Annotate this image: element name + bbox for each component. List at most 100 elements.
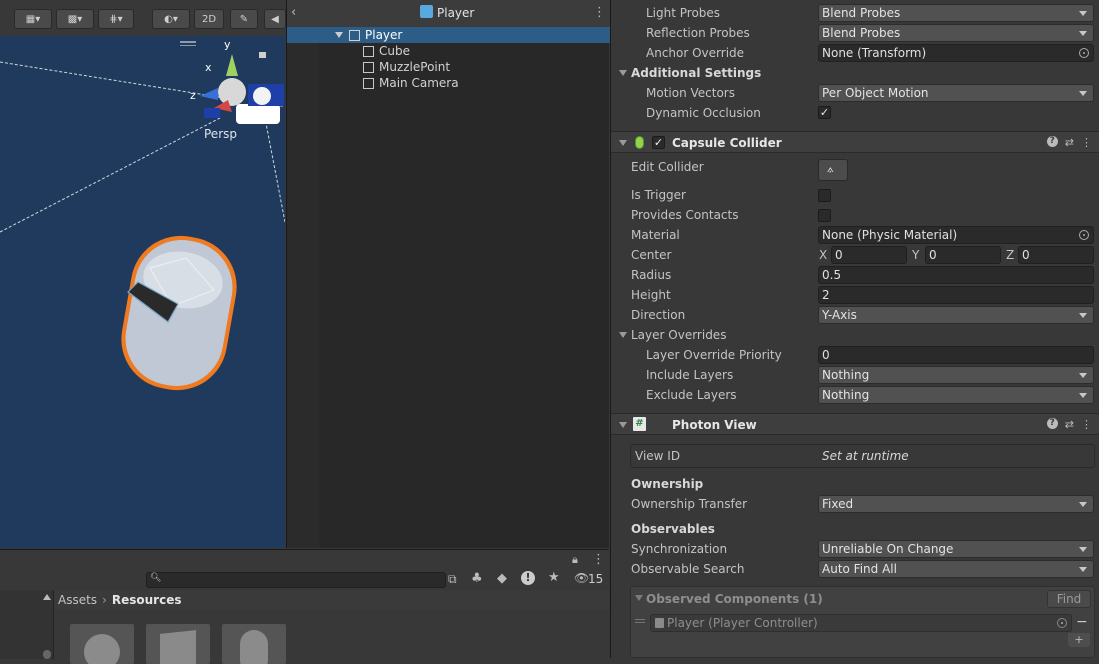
ownership-transfer-dropdown[interactable]: Fixed	[818, 495, 1094, 513]
presets-icon[interactable]: ⇄	[1065, 136, 1074, 149]
observed-item-field[interactable]: Player (Player Controller)	[650, 614, 1072, 632]
scene-canvas[interactable]	[0, 0, 285, 548]
center-x-label[interactable]: X	[819, 248, 827, 262]
more-options-icon[interactable]: ⋮	[592, 552, 605, 567]
favorites-star-icon[interactable]: ★	[548, 570, 560, 585]
lock-icon[interactable]: 🔒︎	[572, 553, 578, 567]
synchronization-dropdown[interactable]: Unreliable On Change	[818, 540, 1094, 558]
presets-icon[interactable]: ⇄	[1065, 418, 1074, 431]
lighting-toggle-button[interactable]: ✎	[230, 9, 258, 29]
back-arrow-icon[interactable]: ‹	[291, 5, 296, 20]
include-layers-row: Include Layers Nothing	[611, 365, 1099, 385]
exclude-layers-dropdown[interactable]: Nothing	[818, 386, 1094, 404]
grid-toggle-button[interactable]: ▦▾	[14, 9, 52, 29]
radius-input[interactable]: 0.5	[818, 266, 1094, 284]
hierarchy-item-cube[interactable]: Cube	[287, 43, 610, 59]
material-field[interactable]: None (Physic Material)	[818, 226, 1094, 244]
capsule-icon	[240, 630, 268, 664]
object-picker-icon[interactable]	[1057, 618, 1067, 628]
hierarchy-panel: ‹ Player ⋮ Player Cube MuzzlePoint Main …	[286, 0, 610, 548]
center-z-label[interactable]: Z	[1006, 248, 1014, 262]
center-y-label[interactable]: Y	[912, 248, 919, 262]
observable-search-dropdown[interactable]: Auto Find All	[818, 560, 1094, 578]
anchor-override-field[interactable]: None (Transform)	[818, 44, 1094, 62]
increment-snap-button[interactable]: ⋕▾	[98, 9, 134, 29]
motion-vectors-row: Motion Vectors Per Object Motion	[611, 83, 1099, 103]
help-icon[interactable]: ?	[1046, 418, 1058, 429]
height-input[interactable]: 2	[818, 286, 1094, 304]
section-title: Layer Overrides	[631, 328, 727, 342]
audio-toggle-button[interactable]: ◀	[264, 9, 286, 29]
more-options-icon[interactable]: ⋮	[1081, 136, 1092, 149]
center-z-input[interactable]: 0	[1018, 246, 1094, 264]
scroll-up-arrow-icon[interactable]	[43, 594, 51, 600]
log-warning-icon[interactable]: !	[521, 571, 535, 585]
capsule-collider-header[interactable]: ✓ Capsule Collider ? ⇄ ⋮	[611, 131, 1099, 153]
filter-by-type-icon[interactable]: ♣	[471, 571, 483, 586]
expand-arrow-icon[interactable]	[335, 32, 343, 38]
add-item-button[interactable]: +	[1068, 633, 1090, 647]
visibility-eye-icon[interactable]: 👁︎	[574, 571, 589, 585]
help-icon[interactable]: ?	[1046, 136, 1058, 147]
is-trigger-checkbox[interactable]	[818, 189, 831, 202]
hierarchy-item-player[interactable]: Player	[287, 27, 610, 43]
dynamic-occlusion-checkbox[interactable]: ✓	[818, 106, 831, 119]
capsule-collider-enabled-checkbox[interactable]: ✓	[652, 136, 665, 149]
edit-collider-button[interactable]: ⟑	[818, 159, 848, 181]
object-picker-icon[interactable]	[1079, 48, 1089, 58]
field-label: View ID	[635, 449, 681, 463]
scene-view[interactable]: y x z Persp	[0, 0, 285, 548]
motion-vectors-dropdown[interactable]: Per Object Motion	[818, 84, 1094, 102]
include-layers-dropdown[interactable]: Nothing	[818, 366, 1094, 384]
remove-item-button[interactable]: −	[1076, 614, 1088, 630]
asset-sphere-thumbnail[interactable]	[70, 624, 134, 664]
drag-handle-icon[interactable]	[635, 619, 645, 623]
asset-capsule-thumbnail[interactable]	[222, 624, 286, 664]
foldout-arrow-icon[interactable]	[619, 422, 627, 428]
light-probes-dropdown[interactable]: Blend Probes	[818, 4, 1094, 22]
observed-item-value: Player (Player Controller)	[667, 616, 818, 630]
object-picker-icon[interactable]	[1079, 230, 1089, 240]
field-label: Provides Contacts	[631, 208, 739, 222]
shading-mode-button[interactable]: ◐▾	[152, 9, 190, 29]
hierarchy-item-muzzlepoint[interactable]: MuzzlePoint	[287, 59, 610, 75]
breadcrumb-assets[interactable]: Assets	[58, 593, 97, 607]
layer-override-priority-input[interactable]: 0	[818, 346, 1094, 364]
2d-toggle-button[interactable]: 2D	[194, 9, 224, 29]
center-row: Center X 0 Y 0 Z 0	[611, 245, 1099, 265]
reflection-probes-dropdown[interactable]: Blend Probes	[818, 24, 1094, 42]
project-folder-tree[interactable]	[0, 590, 54, 659]
field-label: Motion Vectors	[646, 86, 735, 100]
center-x-input[interactable]: 0	[831, 246, 907, 264]
height-row: Height 2	[611, 285, 1099, 305]
find-button[interactable]: Find	[1047, 590, 1091, 608]
field-label: Direction	[631, 308, 686, 322]
foldout-arrow-icon[interactable]	[619, 332, 627, 338]
cube-icon	[160, 630, 196, 664]
snap-toggle-button[interactable]: ▩▾	[56, 9, 94, 29]
breadcrumb-resources[interactable]: Resources	[112, 593, 182, 607]
edit-collider-row: Edit Collider ⟑	[611, 157, 1099, 183]
hierarchy-item-label: MuzzlePoint	[379, 60, 451, 74]
additional-settings-foldout[interactable]: Additional Settings	[611, 63, 1099, 83]
script-icon	[655, 618, 664, 628]
filter-by-label-icon[interactable]: ◆	[497, 571, 507, 586]
center-y-input[interactable]: 0	[925, 246, 1001, 264]
persp-label[interactable]: Persp	[204, 127, 237, 141]
more-options-icon[interactable]: ⋮	[593, 5, 606, 20]
search-by-type-icon[interactable]: ⧉	[448, 572, 457, 587]
search-icon: 🔍︎	[150, 573, 162, 583]
photon-view-header[interactable]: # Photon View ? ⇄ ⋮	[611, 413, 1099, 435]
field-label: Material	[631, 228, 680, 242]
foldout-arrow-icon[interactable]	[619, 140, 627, 146]
foldout-arrow-icon[interactable]	[635, 595, 643, 601]
foldout-arrow-icon[interactable]	[619, 70, 627, 76]
provides-contacts-checkbox[interactable]	[818, 209, 831, 222]
layer-overrides-foldout[interactable]: Layer Overrides	[611, 325, 1099, 345]
project-search-input[interactable]: 🔍︎	[146, 572, 446, 588]
direction-dropdown[interactable]: Y-Axis	[818, 306, 1094, 324]
more-options-icon[interactable]: ⋮	[1081, 418, 1092, 431]
hierarchy-item-main-camera[interactable]: Main Camera	[287, 75, 610, 91]
asset-cube-thumbnail[interactable]	[146, 624, 210, 664]
exclude-layers-row: Exclude Layers Nothing	[611, 385, 1099, 405]
